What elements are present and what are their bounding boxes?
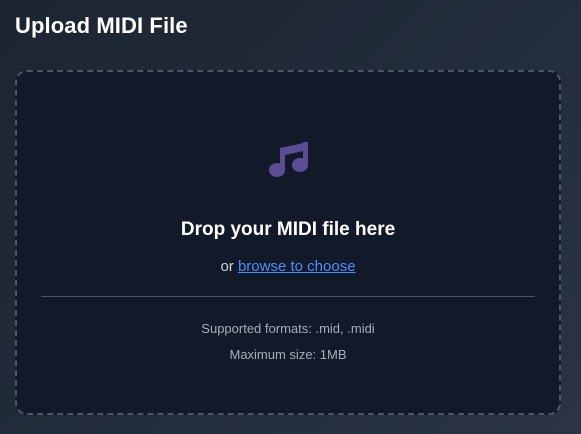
browse-line: or browse to choose: [17, 258, 559, 275]
browse-link[interactable]: browse to choose: [238, 258, 356, 275]
music-note-icon: [265, 132, 317, 184]
page-title: Upload MIDI File: [15, 13, 188, 38]
file-dropzone[interactable]: Drop your MIDI file here or browse to ch…: [15, 70, 561, 415]
divider: [41, 296, 535, 297]
dropzone-title: Drop your MIDI file here: [180, 219, 396, 240]
supported-formats-text: Supported formats: .mid, .midi: [201, 321, 375, 336]
max-size-text: Maximum size: 1MB: [229, 347, 347, 362]
browse-prefix: or: [220, 258, 234, 275]
